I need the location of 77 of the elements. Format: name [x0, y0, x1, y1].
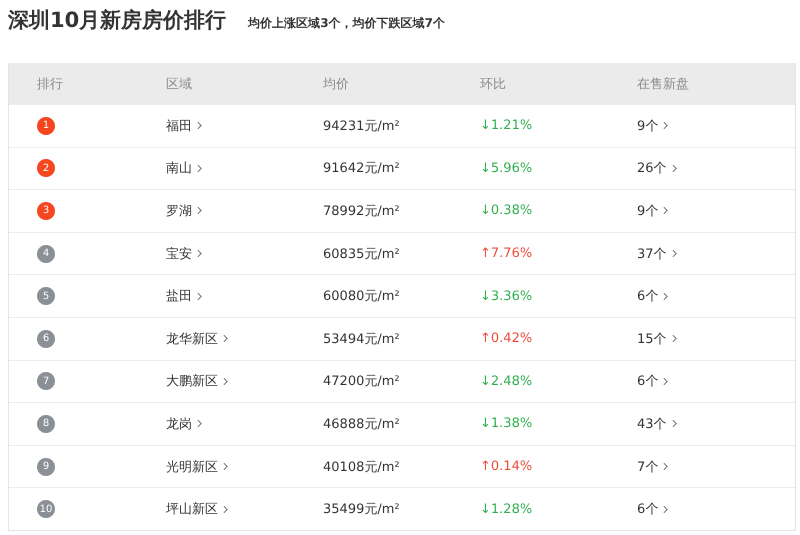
area-link[interactable]: 坪山新区: [166, 500, 228, 518]
chevron-icon: [672, 164, 677, 173]
price-text: 53494元/m²: [323, 330, 400, 348]
listings-link[interactable]: 9个: [637, 202, 668, 220]
chevron-icon: [197, 292, 202, 301]
change-text: ↓2.48%: [480, 374, 532, 389]
listings-link[interactable]: 43个: [637, 414, 677, 433]
chevron-icon: [197, 164, 202, 173]
rank-badge: 9: [37, 458, 55, 476]
price-text: 40108元/m²: [323, 458, 400, 476]
rank-badge: 2: [37, 159, 55, 178]
area-link[interactable]: 龙华新区: [166, 330, 228, 348]
price-text: 60080元/m²: [323, 288, 400, 306]
column-header: 环比: [480, 76, 506, 93]
area-link[interactable]: 光明新区: [166, 458, 228, 476]
chevron-icon: [197, 419, 202, 428]
price-text: 35499元/m²: [323, 501, 400, 518]
area-link[interactable]: 宝安: [166, 244, 202, 263]
listings-link[interactable]: 26个: [637, 159, 677, 178]
change-text: ↓1.28%: [480, 502, 532, 517]
chevron-icon: [663, 206, 668, 216]
listings-link[interactable]: 9个: [637, 116, 668, 135]
change-text: ↑0.42%: [480, 331, 532, 346]
page-title: 深圳10月新房房价排行: [8, 7, 226, 34]
chevron-icon: [197, 121, 202, 130]
listings-link[interactable]: 6个: [637, 287, 668, 306]
chevron-icon: [197, 206, 202, 216]
chevron-icon: [223, 376, 228, 386]
chevron-icon: [663, 121, 668, 130]
price-text: 94231元/m²: [323, 118, 400, 135]
rank-badge: 3: [37, 202, 55, 220]
chevron-icon: [223, 504, 228, 514]
chevron-icon: [672, 334, 677, 344]
chevron-icon: [672, 419, 677, 428]
listings-link[interactable]: 15个: [637, 330, 677, 348]
price-text: 46888元/m²: [323, 416, 400, 433]
column-header: 区域: [166, 76, 192, 93]
area-link[interactable]: 福田: [166, 116, 202, 135]
change-text: ↓5.96%: [480, 160, 532, 176]
area-link[interactable]: 罗湖: [166, 202, 202, 220]
listings-link[interactable]: 6个: [637, 500, 668, 518]
column-header: 均价: [323, 76, 349, 93]
change-text: ↑0.14%: [480, 459, 532, 474]
chevron-icon: [672, 249, 677, 258]
chevron-icon: [663, 462, 668, 472]
price-text: 78992元/m²: [323, 202, 400, 220]
area-link[interactable]: 盐田: [166, 287, 202, 306]
area-link[interactable]: 大鹏新区: [166, 372, 228, 390]
column-header: 排行: [37, 76, 63, 93]
change-text: ↓3.36%: [480, 288, 532, 304]
change-text: ↑7.76%: [480, 246, 532, 262]
chevron-icon: [197, 249, 202, 258]
rank-badge: 7: [37, 372, 55, 390]
rank-badge: 6: [37, 330, 55, 348]
rank-badge: 1: [37, 116, 55, 135]
price-text: 60835元/m²: [323, 246, 400, 263]
chevron-icon: [663, 504, 668, 514]
listings-link[interactable]: 6个: [637, 372, 668, 390]
chevron-icon: [223, 462, 228, 472]
rank-badge: 8: [37, 414, 55, 433]
price-text: 91642元/m²: [323, 160, 400, 178]
listings-link[interactable]: 7个: [637, 458, 668, 476]
change-text: ↓0.38%: [480, 203, 532, 218]
area-link[interactable]: 南山: [166, 159, 202, 178]
rank-badge: 10: [37, 500, 55, 518]
summary-text: 均价上涨区域3个，均价下跌区域7个: [248, 15, 445, 32]
change-text: ↓1.38%: [480, 416, 532, 432]
price-text: 47200元/m²: [323, 373, 400, 390]
listings-link[interactable]: 37个: [637, 244, 677, 263]
change-text: ↓1.21%: [480, 118, 532, 134]
rank-badge: 5: [37, 287, 55, 306]
rank-badge: 4: [37, 244, 55, 263]
chevron-icon: [663, 376, 668, 386]
area-link[interactable]: 龙岗: [166, 414, 202, 433]
column-header: 在售新盘: [637, 76, 689, 93]
chevron-icon: [663, 292, 668, 301]
chevron-icon: [223, 334, 228, 344]
